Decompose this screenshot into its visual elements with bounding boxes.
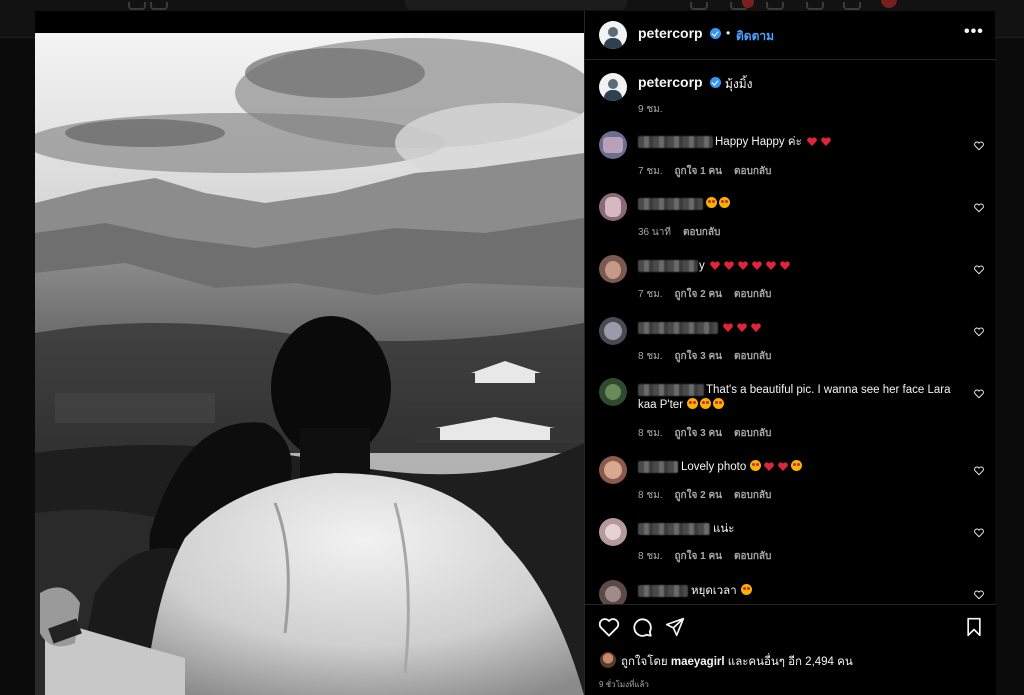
post-side-panel: petercorp • ติดตาม ••• petercorp มุ้งมิ้… — [584, 11, 996, 695]
commenter-avatar[interactable] — [599, 518, 627, 546]
comment-like-count[interactable]: ถูกใจ 2 คน — [675, 490, 723, 501]
commenter-avatar[interactable] — [599, 131, 627, 159]
comment-text: หยุดเวลา — [691, 584, 753, 599]
comment-meta: 8 ชม. ถูกใจ 3 คน ตอบกลับ — [638, 426, 783, 441]
background-profile-avatar — [881, 0, 897, 8]
comment-like-heart-icon[interactable] — [974, 389, 984, 399]
commenter-username-blurred[interactable] — [638, 384, 704, 396]
verified-badge-icon — [710, 28, 721, 39]
comment-time: 8 ชม. — [638, 428, 663, 439]
commenter-avatar[interactable] — [599, 317, 627, 345]
comment-text: That's a beautiful pic. I wanna see her … — [706, 384, 951, 396]
comment-time: 7 ชม. — [638, 166, 663, 177]
comment-like-count[interactable]: ถูกใจ 1 คน — [675, 166, 723, 177]
follow-button[interactable]: ติดตาม — [736, 27, 774, 46]
comment-meta: 7 ชม. ถูกใจ 2 คน ตอบกลับ — [638, 287, 783, 302]
comment-text-continued: kaa P'ter — [638, 398, 725, 413]
comment-text: y — [699, 259, 792, 274]
comment-text — [721, 321, 763, 336]
commenter-username-blurred[interactable] — [638, 523, 710, 535]
more-options-icon[interactable]: ••• — [964, 23, 984, 41]
commenter-avatar[interactable] — [599, 378, 627, 406]
commenter-avatar[interactable] — [599, 456, 627, 484]
post-header: petercorp • ติดตาม ••• — [585, 11, 996, 60]
post-actions-bar: ถูกใจโดย maeyagirl และคนอื่นๆ อีก 2,494 … — [585, 604, 996, 695]
comment-like-heart-icon[interactable] — [974, 141, 984, 151]
comment-time: 8 ชม. — [638, 351, 663, 362]
comment-like-count[interactable]: ถูกใจ 1 คน — [675, 551, 723, 562]
comment-text: Lovely photo — [681, 460, 803, 475]
comment-meta: 36 นาที ตอบกลับ — [638, 225, 732, 240]
background-activity-icon — [843, 2, 861, 10]
caption-text: มุ้งมิ้ง — [725, 77, 753, 91]
comment-like-heart-icon[interactable] — [974, 590, 984, 600]
post-time-ago: 9 ชั่วโมงที่แล้ว — [599, 680, 649, 689]
comment-meta: 8 ชม. ถูกใจ 1 คน ตอบกลับ — [638, 549, 783, 564]
comment-time: 36 นาที — [638, 227, 671, 238]
commenter-username-blurred[interactable] — [638, 461, 678, 473]
reply-button[interactable]: ตอบกลับ — [734, 551, 771, 562]
comment-like-heart-icon[interactable] — [974, 203, 984, 213]
comment-like-count[interactable]: ถูกใจ 3 คน — [675, 428, 723, 439]
commenter-username-blurred[interactable] — [638, 198, 703, 210]
liked-by-prefix: ถูกใจโดย — [621, 656, 668, 668]
heart-icon[interactable] — [598, 617, 620, 637]
reply-button[interactable]: ตอบกลับ — [683, 227, 720, 238]
reply-button[interactable]: ตอบกลับ — [734, 490, 771, 501]
author-username[interactable]: petercorp — [638, 25, 703, 41]
comment-text: Happy Happy ค่ะ — [715, 135, 833, 150]
reply-button[interactable]: ตอบกลับ — [734, 351, 771, 362]
comment-text: แน่ะ — [713, 523, 735, 535]
comment-icon[interactable] — [631, 616, 653, 638]
post-photo[interactable] — [35, 33, 584, 695]
comment-time: 8 ชม. — [638, 490, 663, 501]
comment-time: 8 ชม. — [638, 551, 663, 562]
background-home-icon — [690, 2, 708, 10]
likes-summary[interactable]: ถูกใจโดย maeyagirl และคนอื่นๆ อีก 2,494 … — [621, 653, 853, 671]
caption-author-username[interactable]: petercorp — [638, 74, 703, 90]
reply-button[interactable]: ตอบกลับ — [734, 428, 771, 439]
comment-meta: 7 ชม. ถูกใจ 1 คน ตอบกลับ — [638, 164, 783, 179]
verified-badge-icon — [710, 77, 721, 88]
reply-button[interactable]: ตอบกลับ — [734, 166, 771, 177]
comment-like-count[interactable]: ถูกใจ 2 คน — [675, 289, 723, 300]
comment-meta: 8 ชม. ถูกใจ 3 คน ตอบกลับ — [638, 349, 783, 364]
comment-like-heart-icon[interactable] — [974, 265, 984, 275]
bookmark-icon[interactable] — [965, 617, 983, 637]
commenter-username-blurred[interactable] — [638, 136, 713, 148]
comment-like-heart-icon[interactable] — [974, 466, 984, 476]
comment-text — [705, 197, 731, 212]
post-modal: petercorp • ติดตาม ••• petercorp มุ้งมิ้… — [35, 11, 996, 695]
separator-dot: • — [726, 26, 731, 40]
comment-like-heart-icon[interactable] — [974, 327, 984, 337]
caption-time: 9 ชม. — [638, 104, 663, 115]
background-explore-icon — [806, 2, 824, 10]
commenter-username-blurred[interactable] — [638, 260, 698, 272]
commenter-avatar[interactable] — [599, 255, 627, 283]
background-new-post-icon — [766, 2, 784, 10]
background-nav-icon — [128, 2, 146, 10]
caption-author-avatar[interactable] — [599, 73, 627, 101]
comment-time: 7 ชม. — [638, 289, 663, 300]
post-image — [35, 33, 584, 695]
share-icon[interactable] — [665, 617, 685, 637]
comment-like-count[interactable]: ถูกใจ 3 คน — [675, 351, 723, 362]
commenter-username-blurred[interactable] — [638, 322, 718, 334]
commenter-avatar[interactable] — [599, 193, 627, 221]
background-nav-icon — [150, 2, 168, 10]
comment-like-heart-icon[interactable] — [974, 528, 984, 538]
author-avatar[interactable] — [599, 21, 627, 49]
reply-button[interactable]: ตอบกลับ — [734, 289, 771, 300]
comment-meta: 8 ชม. ถูกใจ 2 คน ตอบกลับ — [638, 488, 783, 503]
liked-by-suffix[interactable]: และคนอื่นๆ อีก 2,494 คน — [728, 656, 853, 668]
liker-avatar[interactable] — [600, 652, 616, 668]
liked-by-user[interactable]: maeyagirl — [671, 656, 725, 668]
background-search-bar — [405, 0, 627, 10]
commenter-username-blurred[interactable] — [638, 585, 688, 597]
notification-badge — [742, 0, 754, 8]
